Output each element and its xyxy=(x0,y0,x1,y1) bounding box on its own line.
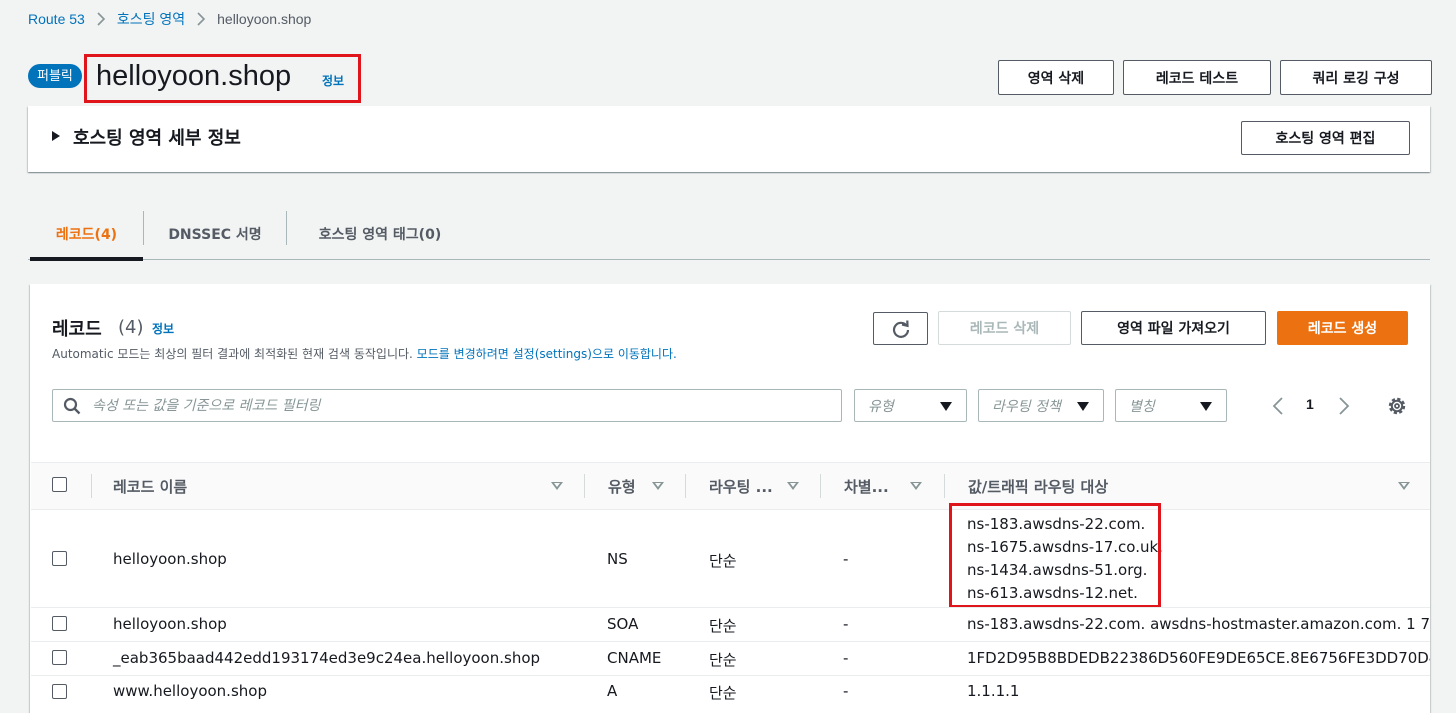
type-filter-select[interactable]: 유형 xyxy=(854,389,967,422)
search-icon xyxy=(63,397,81,415)
breadcrumb-hosted-zones[interactable]: 호스팅 영역 xyxy=(117,9,185,29)
sort-icon[interactable] xyxy=(1398,482,1410,490)
column-header-type[interactable]: 유형 xyxy=(608,476,636,497)
chevron-right-icon[interactable] xyxy=(1337,396,1351,416)
record-value: 1.1.1.1 xyxy=(967,682,1020,700)
record-differentiator: - xyxy=(843,550,849,568)
caret-down-icon xyxy=(1200,402,1212,411)
chevron-left-icon[interactable] xyxy=(1271,396,1285,416)
caret-down-icon xyxy=(1077,402,1089,411)
record-differentiator: - xyxy=(843,649,849,667)
records-title: 레코드 xyxy=(52,319,102,340)
record-value: 1FD2D95B8BDEDB22386D560FE9DE65CE.8E6756F… xyxy=(967,649,1430,667)
row-checkbox[interactable] xyxy=(52,684,67,699)
page-number[interactable]: 1 xyxy=(1306,396,1314,412)
highlight-box-ns-values xyxy=(949,503,1161,608)
breadcrumb-current: helloyoon.shop xyxy=(217,11,312,27)
row-checkbox[interactable] xyxy=(52,551,67,566)
caret-right-icon[interactable] xyxy=(52,131,60,141)
tab-tags[interactable]: 호스팅 영역 태그(0) xyxy=(287,209,473,259)
column-header-value[interactable]: 값/트래픽 라우팅 대상 xyxy=(968,476,1108,497)
records-description: Automatic 모드는 최상의 필터 결과에 최적화된 현재 검색 동작입니… xyxy=(52,345,677,362)
breadcrumb: Route 53 호스팅 영역 helloyoon.shop xyxy=(28,9,311,29)
column-divider xyxy=(584,474,585,498)
alias-filter-select[interactable]: 별칭 xyxy=(1115,389,1227,422)
record-filter-input[interactable] xyxy=(92,390,832,421)
column-header-routing[interactable]: 라우팅 ... xyxy=(709,476,773,497)
record-routing: 단순 xyxy=(709,651,737,669)
record-routing: 단순 xyxy=(709,684,737,702)
active-tab-indicator xyxy=(30,257,143,261)
sort-icon[interactable] xyxy=(551,482,563,490)
records-info-link[interactable]: 정보 xyxy=(152,320,174,337)
type-filter-label: 유형 xyxy=(868,398,894,415)
caret-down-icon xyxy=(940,402,952,411)
record-differentiator: - xyxy=(843,615,849,633)
query-logging-button[interactable]: 쿼리 로깅 구성 xyxy=(1280,60,1432,95)
routing-filter-select[interactable]: 라우팅 정책 xyxy=(978,389,1104,422)
edit-hosted-zone-button[interactable]: 호스팅 영역 편집 xyxy=(1241,121,1410,155)
row-checkbox[interactable] xyxy=(52,616,67,631)
delete-zone-button[interactable]: 영역 삭제 xyxy=(998,60,1114,95)
column-header-divider xyxy=(685,474,686,498)
details-title[interactable]: 호스팅 영역 세부 정보 xyxy=(73,124,241,150)
record-routing: 단순 xyxy=(709,552,737,570)
row-checkbox[interactable] xyxy=(52,650,67,665)
row-divider xyxy=(31,641,1430,642)
record-name[interactable]: helloyoon.shop xyxy=(113,615,227,633)
column-header-name[interactable]: 레코드 이름 xyxy=(113,476,187,497)
breadcrumb-route53[interactable]: Route 53 xyxy=(28,11,85,27)
tabs-baseline xyxy=(28,259,1430,260)
sort-icon[interactable] xyxy=(787,482,799,490)
column-divider xyxy=(91,474,92,498)
refresh-icon xyxy=(892,319,909,338)
tab-dnssec[interactable]: DNSSEC 서명 xyxy=(144,209,286,259)
records-desc-text: Automatic 모드는 최상의 필터 결과에 최적화된 현재 검색 동작입니… xyxy=(52,347,413,361)
highlight-box-title xyxy=(84,54,361,103)
record-type: NS xyxy=(607,550,628,568)
import-zone-file-button[interactable]: 영역 파일 가져오기 xyxy=(1081,311,1266,345)
public-badge: 퍼블릭 xyxy=(28,64,82,88)
record-name[interactable]: _eab365baad442edd193174ed3e9c24ea.helloy… xyxy=(113,649,540,667)
create-record-button[interactable]: 레코드 생성 xyxy=(1277,311,1408,345)
column-divider xyxy=(944,474,945,498)
alias-filter-label: 별칭 xyxy=(1129,398,1155,415)
sort-icon[interactable] xyxy=(652,482,664,490)
select-all-checkbox[interactable] xyxy=(52,477,67,492)
row-divider xyxy=(31,675,1430,676)
record-name[interactable]: www.helloyoon.shop xyxy=(113,682,267,700)
settings-link[interactable]: 모드를 변경하려면 설정(settings)으로 이동합니다. xyxy=(417,347,677,361)
record-routing: 단순 xyxy=(709,617,737,635)
record-type: CNAME xyxy=(607,649,662,667)
tab-records[interactable]: 레코드(4) xyxy=(30,209,143,259)
chevron-right-icon xyxy=(195,12,207,26)
column-header-differentiator[interactable]: 차별... xyxy=(844,476,889,497)
record-name[interactable]: helloyoon.shop xyxy=(113,550,227,568)
row-divider xyxy=(31,607,1430,608)
record-value: ns-183.awsdns-22.com. awsdns-hostmaster.… xyxy=(967,615,1430,633)
column-divider xyxy=(820,474,821,498)
record-type: A xyxy=(607,682,618,700)
delete-record-button[interactable]: 레코드 삭제 xyxy=(938,311,1071,345)
gear-icon[interactable] xyxy=(1386,395,1408,417)
records-count: (4) xyxy=(118,317,144,338)
refresh-button[interactable] xyxy=(873,312,928,345)
test-record-button[interactable]: 레코드 테스트 xyxy=(1123,60,1271,95)
record-type: SOA xyxy=(607,615,639,633)
record-differentiator: - xyxy=(843,682,849,700)
routing-filter-label: 라우팅 정책 xyxy=(992,398,1061,415)
sort-icon[interactable] xyxy=(910,482,922,490)
chevron-right-icon xyxy=(95,12,107,26)
